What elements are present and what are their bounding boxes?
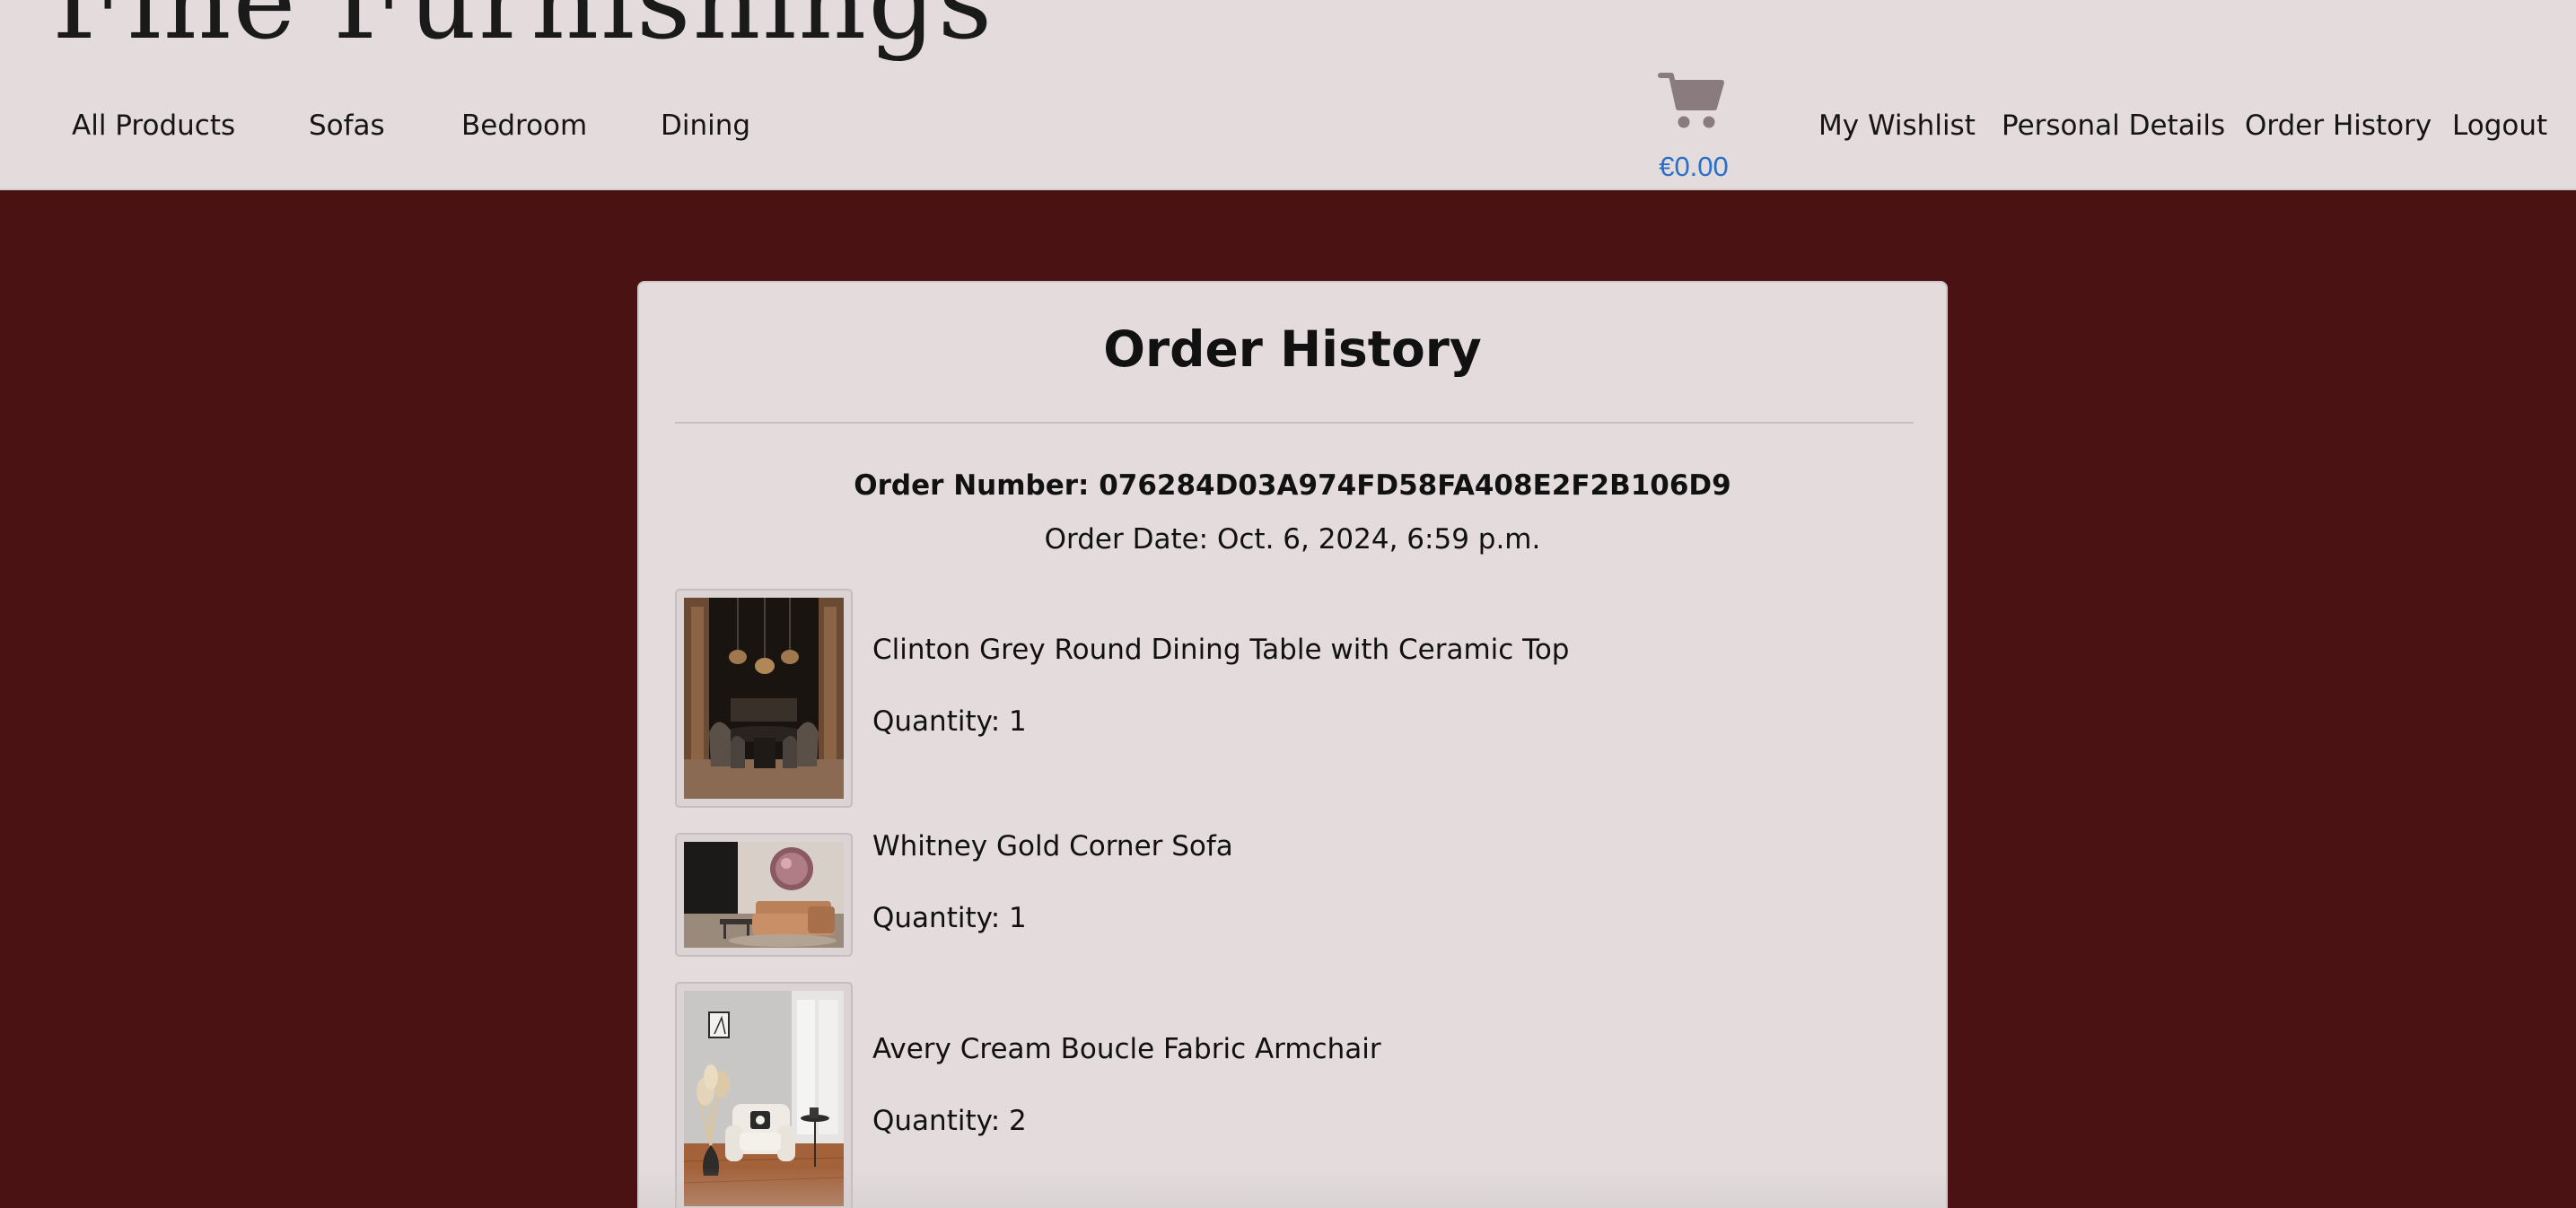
item-quantity: Quantity: 1 [872, 902, 1027, 934]
title-divider [675, 422, 1914, 424]
item-image-armchair[interactable] [675, 982, 853, 1208]
nav-my-wishlist[interactable]: My Wishlist [1818, 109, 1976, 142]
page-title: Order History [1103, 320, 1482, 378]
item-quantity: Quantity: 1 [872, 705, 1027, 738]
nav-order-history[interactable]: Order History [2245, 109, 2431, 142]
nav-sofas[interactable]: Sofas [309, 109, 385, 142]
item-quantity: Quantity: 2 [872, 1105, 1027, 1137]
order-number: Order Number: 076284D03A974FD58FA408E2F2… [854, 469, 1731, 502]
order-history-card: Order History Order Number: 076284D03A97… [637, 281, 1948, 1208]
nav-logout[interactable]: Logout [2452, 109, 2547, 142]
cart-button[interactable]: €0.00 [1650, 68, 1732, 185]
item-image-corner-sofa[interactable] [675, 833, 853, 957]
site-header: Fine Furnishings All Products Sofas Bedr… [0, 0, 2576, 190]
nav-dining[interactable]: Dining [661, 109, 750, 142]
nav-bedroom[interactable]: Bedroom [461, 109, 587, 142]
nav-all-products[interactable]: All Products [72, 109, 235, 142]
dining-table-photo [684, 598, 844, 799]
item-name[interactable]: Clinton Grey Round Dining Table with Cer… [872, 634, 1569, 666]
item-image-dining-table[interactable] [675, 589, 853, 808]
nav-personal-details[interactable]: Personal Details [2002, 109, 2225, 142]
item-name[interactable]: Whitney Gold Corner Sofa [872, 830, 1233, 862]
shopping-cart-icon [1658, 73, 1724, 128]
corner-sofa-photo [684, 842, 844, 948]
brand-logo[interactable]: Fine Furnishings [52, 0, 994, 54]
item-name[interactable]: Avery Cream Boucle Fabric Armchair [872, 1033, 1381, 1065]
cart-total: €0.00 [1659, 151, 1729, 182]
order-date: Order Date: Oct. 6, 2024, 6:59 p.m. [1044, 523, 1541, 556]
armchair-photo [684, 991, 844, 1206]
